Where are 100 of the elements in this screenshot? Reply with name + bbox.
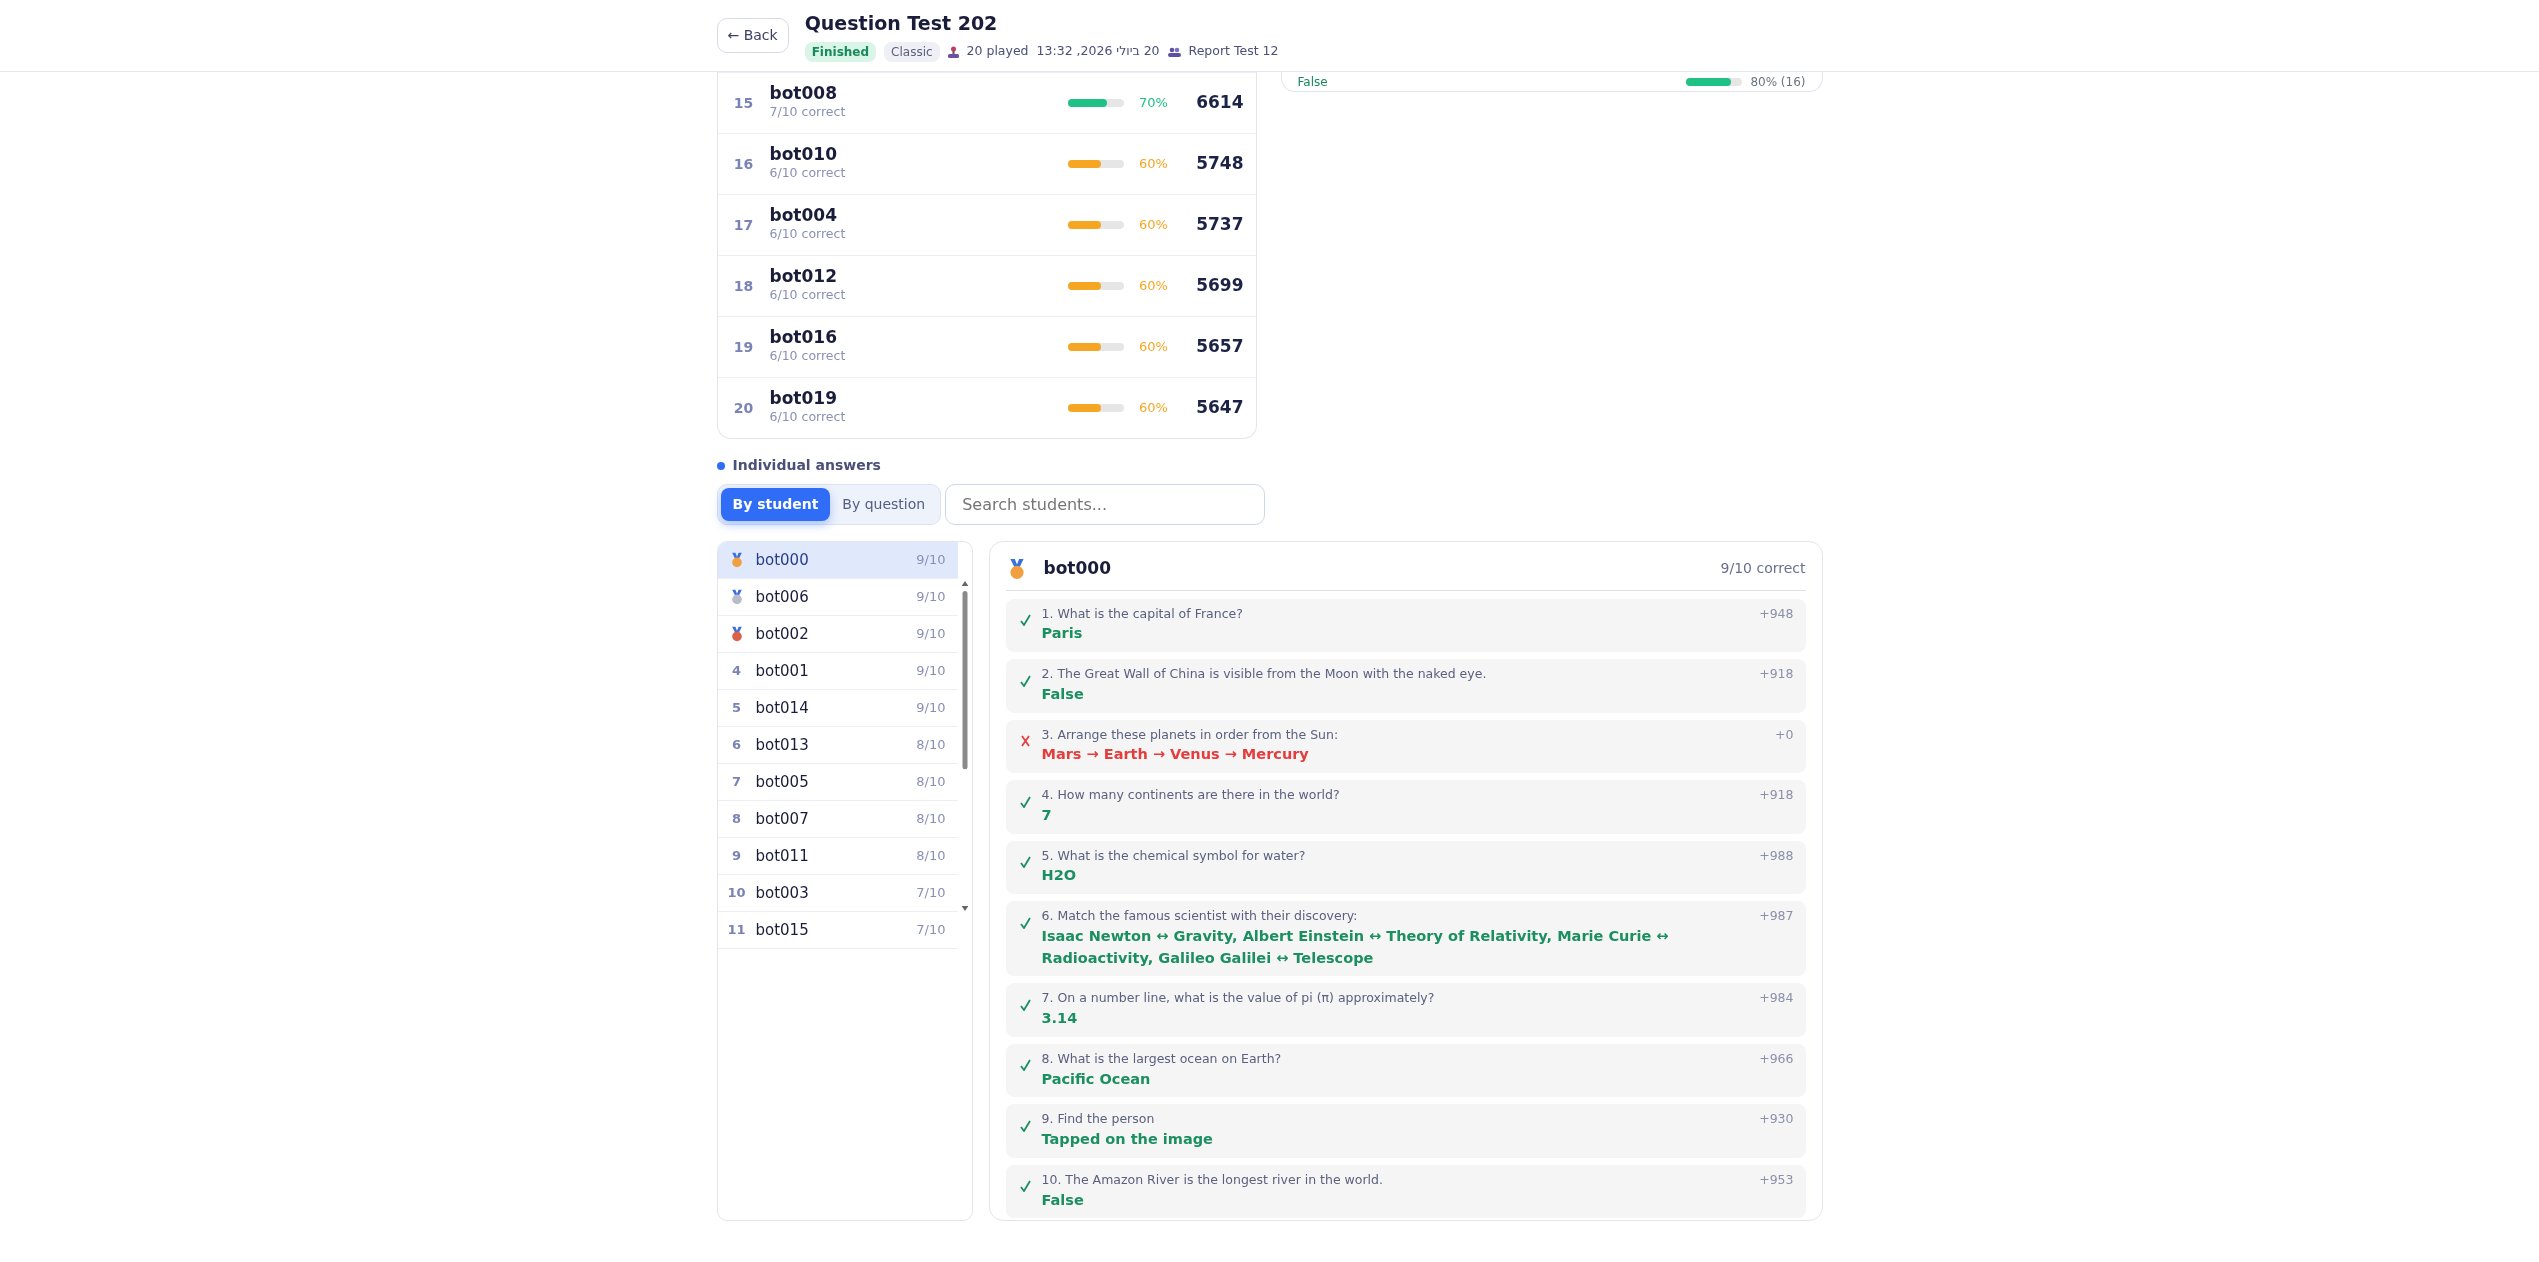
rank-number: 18 [732, 276, 755, 296]
student-name: bot007 [755, 808, 809, 830]
student-item[interactable]: bot000 9/10 [717, 542, 958, 579]
option-percent: 80% (16) [1750, 73, 1806, 91]
correct-summary: 9/10 correct [1720, 559, 1806, 579]
student-name: bot003 [755, 882, 809, 904]
player-name: bot012 [769, 266, 838, 287]
points-text: +984 [1759, 989, 1794, 1008]
status-badge: Finished [804, 41, 877, 62]
question-text: 6. Match the famous scientist with their discovery: [1041, 907, 1359, 925]
points-text: +930 [1759, 1110, 1794, 1129]
answer-text: Paris [1041, 624, 1084, 644]
section-title: Individual answers [732, 456, 881, 475]
rank-number: 15 [732, 93, 755, 113]
score-value: 6614 [1195, 91, 1244, 115]
student-name: bot006 [755, 586, 809, 608]
student-name: bot002 [755, 623, 809, 645]
tab[interactable]: By student [720, 488, 831, 521]
rank-number: 11 [727, 921, 746, 940]
rank-number: 16 [732, 154, 755, 174]
student-item[interactable]: bot002 9/10 [717, 616, 958, 653]
question-text: 3. Arrange these planets in order from the Sun: [1041, 725, 1340, 744]
student-score: 8/10 [916, 773, 946, 792]
points-text: +918 [1759, 786, 1794, 804]
back-button[interactable]: ← Back [716, 18, 789, 53]
student-name: bot005 [755, 771, 809, 793]
option-label: False [1297, 73, 1329, 91]
student-score: 9/10 [916, 588, 946, 607]
student-item[interactable]: 4 bot001 9/10 [717, 653, 958, 690]
player-name: bot010 [769, 144, 838, 165]
student-score: 8/10 [916, 810, 946, 829]
percent-text: 70% [1138, 94, 1169, 113]
percent-text: 60% [1138, 338, 1169, 357]
rank-number: 9 [731, 847, 741, 866]
question-text: 7. On a number line, what is the value of pi (π) approximately? [1041, 989, 1436, 1008]
student-item[interactable]: 9 bot011 8/10 [717, 838, 958, 875]
question-text: 2. The Great Wall of China is visible from the Moon with the naked eye. [1041, 665, 1488, 683]
question-text: 1. What is the capital of France? [1041, 604, 1244, 623]
bullet-dot [716, 461, 725, 470]
student-score: 7/10 [916, 884, 946, 903]
score-value: 5699 [1195, 274, 1244, 298]
student-score: 9/10 [916, 662, 946, 681]
group-icon [1167, 46, 1181, 57]
score-value: 5647 [1195, 396, 1244, 420]
played-count: 20 played [966, 42, 1029, 61]
student-score: 9/10 [916, 551, 946, 570]
student-item[interactable]: 5 bot014 9/10 [717, 690, 958, 727]
rank-number: 8 [731, 810, 741, 829]
answer-text: Tapped on the image [1041, 1130, 1214, 1149]
question-text: 5. What is the chemical symbol for water? [1041, 846, 1307, 865]
percent-text: 60% [1138, 155, 1169, 174]
student-item[interactable]: 8 bot007 8/10 [717, 801, 958, 838]
student-item[interactable]: 7 bot005 8/10 [717, 764, 958, 801]
answer-text: 3.14 [1041, 1009, 1079, 1028]
question-text: 4. How many continents are there in the world? [1041, 786, 1341, 804]
report-name: Report Test 12 [1188, 42, 1279, 61]
answer-text: 7 [1041, 805, 1053, 825]
rank-number: 5 [731, 699, 741, 718]
points-text: +948 [1759, 604, 1794, 623]
correct-count: 6/10 correct [769, 408, 847, 427]
student-name: bot000 [755, 549, 809, 571]
answer-text: Isaac Newton ↔ Gravity, Albert Einstein ↔ Theory of Relativity, Marie Curie ↔ Radioactivity, Galileo Galilei ↔ Telescope [1041, 926, 1670, 968]
rank-number: 10 [727, 884, 746, 903]
student-item[interactable]: bot006 9/10 [717, 579, 958, 616]
answer-text: H2O [1041, 866, 1078, 886]
question-text: 10. The Amazon River is the longest river in the world. [1041, 1170, 1384, 1189]
score-value: 5737 [1195, 213, 1244, 237]
student-score: 7/10 [916, 921, 946, 940]
player-name: bot004 [769, 205, 838, 226]
player-name: bot016 [769, 327, 838, 348]
student-score: 8/10 [916, 847, 946, 866]
student-item[interactable]: 6 bot013 8/10 [717, 727, 958, 764]
points-text: +0 [1775, 725, 1794, 744]
rank-number: 6 [731, 736, 741, 755]
points-text: +953 [1759, 1170, 1794, 1189]
question-text: 9. Find the person [1041, 1110, 1156, 1129]
student-score: 8/10 [916, 736, 946, 755]
tab[interactable]: By question [830, 488, 938, 521]
student-name: bot014 [755, 697, 809, 719]
date-text: 20 ביולי 2026, 13:32 [1036, 42, 1160, 61]
correct-count: 7/10 correct [769, 103, 847, 122]
student-item[interactable]: 11 bot015 7/10 [717, 912, 958, 949]
student-name: bot001 [755, 660, 809, 682]
student-name: bot011 [755, 845, 809, 867]
rank-number: 19 [732, 337, 755, 357]
player-name: bot019 [769, 388, 838, 409]
points-text: +966 [1759, 1049, 1794, 1068]
player-name: bot008 [769, 83, 838, 104]
student-item[interactable]: 10 bot003 7/10 [717, 875, 958, 912]
student-name: bot013 [755, 734, 809, 756]
joystick-icon [947, 45, 959, 58]
percent-text: 60% [1138, 399, 1169, 418]
answer-text: False [1041, 684, 1085, 704]
rank-number: 4 [731, 662, 741, 681]
question-text: 8. What is the largest ocean on Earth? [1041, 1049, 1283, 1068]
answer-text: Mars → Earth → Venus → Mercury [1041, 745, 1310, 765]
points-text: +988 [1759, 846, 1794, 865]
search-field[interactable]: Search students... [945, 484, 1266, 525]
percent-text: 60% [1138, 216, 1169, 235]
quiz-title: Question Test 202 [804, 11, 999, 37]
